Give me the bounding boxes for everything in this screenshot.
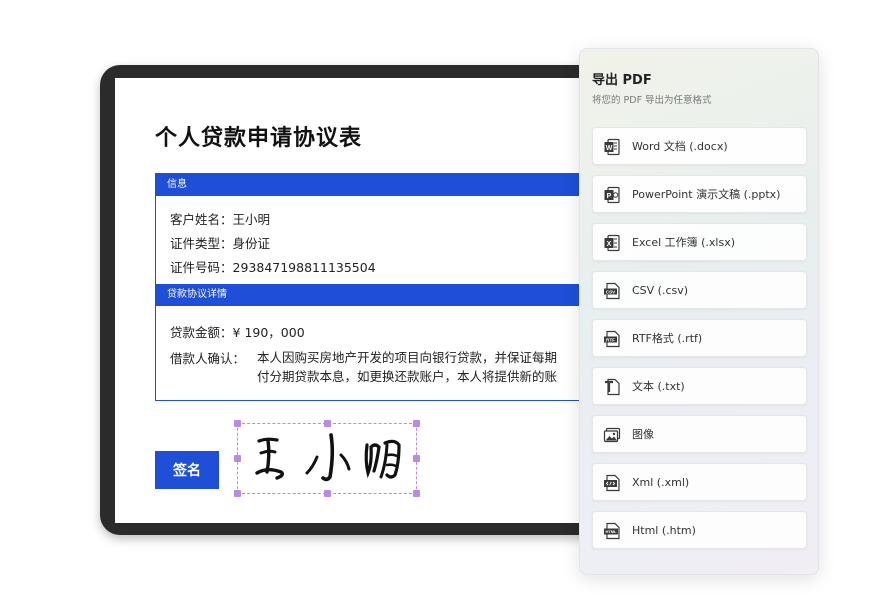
field-value: ¥ 190，000 xyxy=(232,325,305,340)
signature-image xyxy=(255,433,401,482)
svg-text:W: W xyxy=(606,145,613,152)
export-pdf-panel: 导出 PDF 将您的 PDF 导出为任意格式 W Word 文档 (.docx)… xyxy=(579,48,819,575)
resize-handle[interactable] xyxy=(234,420,241,427)
resize-handle[interactable] xyxy=(413,490,420,497)
svg-text:CSV: CSV xyxy=(606,289,616,294)
form-table: 信息 客户姓名：王小明 证件类型：身份证 证件号码：29384719881113… xyxy=(155,173,625,401)
confirm-label: 借款人确认： xyxy=(170,351,246,366)
option-label: 文本 (.txt) xyxy=(632,380,685,393)
export-option-html[interactable]: HTML Html (.htm) xyxy=(592,511,807,549)
field-loan-amount: 贷款金额：¥ 190，000 xyxy=(170,322,305,341)
export-option-rtf[interactable]: RTF RTF格式 (.rtf) xyxy=(592,319,807,357)
xml-icon xyxy=(604,474,620,492)
field-label: 证件类型： xyxy=(170,236,233,251)
document-page: 个人贷款申请协议表 信息 客户姓名：王小明 证件类型：身份证 证件号码：2938… xyxy=(115,78,635,523)
option-label: RTF格式 (.rtf) xyxy=(632,332,703,345)
resize-handle[interactable] xyxy=(413,455,420,462)
field-customer-name: 客户姓名：王小明 xyxy=(170,209,270,228)
resize-handle[interactable] xyxy=(324,490,331,497)
field-id-type: 证件类型：身份证 xyxy=(170,233,270,252)
section-header-info: 信息 xyxy=(156,174,624,196)
signature-field[interactable] xyxy=(234,420,420,497)
confirm-line: 本人因购买房地产开发的项目向银行贷款，并保证每期 xyxy=(257,350,558,365)
panel-title: 导出 PDF xyxy=(592,73,652,88)
resize-handle[interactable] xyxy=(234,490,241,497)
field-value: 王小明 xyxy=(232,212,271,227)
document-title: 个人贷款申请协议表 xyxy=(155,126,363,151)
image-icon xyxy=(603,427,621,443)
option-label: Excel 工作簿 (.xlsx) xyxy=(632,236,736,249)
csv-icon: CSV xyxy=(604,282,620,300)
rtf-icon: RTF xyxy=(604,330,620,348)
sign-button[interactable]: 签名 xyxy=(155,451,219,489)
option-label: Html (.htm) xyxy=(632,524,696,537)
option-label: Word 文档 (.docx) xyxy=(632,140,728,153)
panel-subtitle: 将您的 PDF 导出为任意格式 xyxy=(592,95,712,106)
svg-text:RTF: RTF xyxy=(606,337,615,342)
field-id-number: 证件号码：293847198811135504 xyxy=(170,257,376,276)
field-label: 贷款金额： xyxy=(170,325,233,340)
field-value: 293847198811135504 xyxy=(232,260,376,275)
option-label: CSV (.csv) xyxy=(632,284,689,297)
svg-text:X: X xyxy=(607,241,612,248)
confirm-line: 付分期贷款本息，如更换还款账户，本人将提供新的账 xyxy=(257,369,558,384)
text-icon xyxy=(605,378,620,396)
field-label: 客户姓名： xyxy=(170,212,233,227)
svg-text:P: P xyxy=(607,193,612,200)
option-label: Xml (.xml) xyxy=(632,476,690,489)
field-label: 证件号码： xyxy=(170,260,233,275)
resize-handle[interactable] xyxy=(324,420,331,427)
export-option-excel[interactable]: X Excel 工作簿 (.xlsx) xyxy=(592,223,807,261)
export-option-text[interactable]: 文本 (.txt) xyxy=(592,367,807,405)
option-label: 图像 xyxy=(632,428,654,441)
export-option-powerpoint[interactable]: P PowerPoint 演示文稿 (.pptx) xyxy=(592,175,807,213)
word-icon: W xyxy=(604,138,620,156)
export-option-csv[interactable]: CSV CSV (.csv) xyxy=(592,271,807,309)
export-option-word[interactable]: W Word 文档 (.docx) xyxy=(592,127,807,165)
confirm-text: 本人因购买房地产开发的项目向银行贷款，并保证每期 付分期贷款本息，如更换还款账户… xyxy=(257,348,617,386)
export-option-image[interactable]: 图像 xyxy=(592,415,807,453)
excel-icon: X xyxy=(604,234,620,252)
section-header-loan: 贷款协议详情 xyxy=(156,284,624,306)
powerpoint-icon: P xyxy=(604,186,620,204)
html-icon: HTML xyxy=(604,522,620,540)
export-option-xml[interactable]: Xml (.xml) xyxy=(592,463,807,501)
resize-handle[interactable] xyxy=(234,455,241,462)
option-label: PowerPoint 演示文稿 (.pptx) xyxy=(632,188,781,201)
svg-text:HTML: HTML xyxy=(605,529,617,534)
field-value: 身份证 xyxy=(232,236,271,251)
resize-handle[interactable] xyxy=(413,420,420,427)
